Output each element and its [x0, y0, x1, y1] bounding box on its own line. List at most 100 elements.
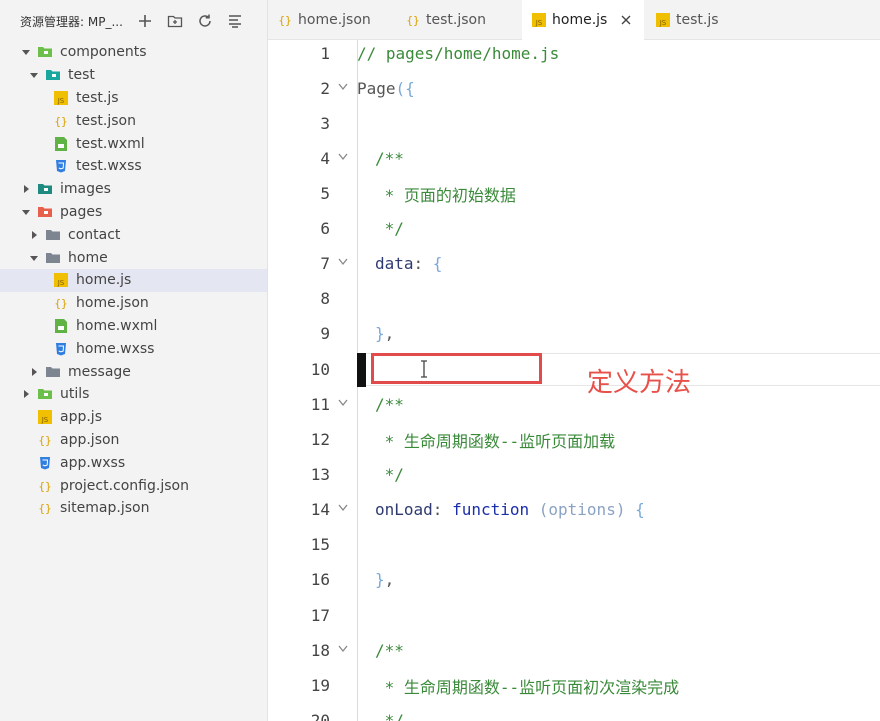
wxss-file-icon	[54, 159, 68, 173]
code-line: 5 * 页面的初始数据	[268, 176, 880, 211]
chevron-right-icon	[28, 366, 40, 378]
tree-file-home-js[interactable]: JS home.js	[0, 268, 267, 292]
code-line-current: 10	[268, 352, 880, 387]
tree-folder-test[interactable]: test	[0, 64, 267, 87]
tree-file-app-js[interactable]: JS app.js	[0, 406, 267, 429]
wxml-file-icon	[54, 318, 68, 333]
fold-chevron-icon[interactable]	[338, 76, 350, 91]
wxss-file-icon	[38, 456, 52, 470]
tree-folder-home[interactable]: home	[0, 246, 267, 269]
code-text: },	[375, 324, 394, 343]
chevron-down-icon	[20, 46, 32, 58]
chevron-right-icon	[28, 229, 40, 241]
tree-label: utils	[60, 386, 90, 403]
tree-file-test-js[interactable]: JS test.js	[0, 87, 267, 110]
line-number: 4	[320, 149, 330, 169]
tree-file-project-config-json[interactable]: {} project.config.json	[0, 474, 267, 497]
code-line: 2 Page({	[268, 71, 880, 106]
svg-text:JS: JS	[659, 19, 667, 27]
tree-file-home-wxml[interactable]: home.wxml	[0, 315, 267, 338]
code-line: 6 */	[268, 211, 880, 246]
tree-file-test-wxml[interactable]: test.wxml	[0, 132, 267, 155]
svg-text:{}: {}	[54, 297, 67, 310]
tree-file-sitemap-json[interactable]: {} sitemap.json	[0, 497, 267, 520]
tree-file-home-wxss[interactable]: home.wxss	[0, 337, 267, 360]
code-text: Page({	[357, 79, 415, 98]
line-number: 12	[310, 430, 330, 450]
tab-home-js[interactable]: JS home.js	[522, 0, 644, 40]
tree-file-app-json[interactable]: {} app.json	[0, 429, 267, 452]
tree-folder-pages[interactable]: pages	[0, 201, 267, 224]
tree-folder-contact[interactable]: contact	[0, 223, 267, 246]
tree-label: project.config.json	[60, 477, 189, 494]
fold-chevron-icon[interactable]	[338, 146, 350, 161]
tree-folder-utils[interactable]: utils	[0, 383, 267, 406]
code-text: /**	[375, 641, 404, 661]
plus-icon	[139, 15, 151, 27]
collapse-all-button[interactable]	[220, 6, 250, 36]
line-number: 1	[320, 44, 330, 64]
svg-text:{}: {}	[38, 480, 51, 493]
chevron-down-icon	[28, 252, 40, 264]
tree-label: app.wxss	[60, 454, 126, 471]
tab-label: home.json	[298, 12, 371, 28]
line-number: 10	[310, 360, 330, 380]
tree-label: test.json	[76, 112, 136, 129]
code-token: }	[375, 570, 385, 590]
tab-home-json[interactable]: {} home.json	[268, 0, 392, 40]
explorer-title: 资源管理器: MP_...	[20, 14, 123, 29]
code-token: onLoad	[375, 500, 433, 520]
code-line: 14 onLoad: function (options) {	[268, 492, 880, 527]
tree-folder-components[interactable]: components	[0, 41, 267, 64]
json-file-icon: {}	[54, 296, 68, 310]
tab-test-json[interactable]: {} test.json	[392, 0, 522, 40]
tab-close-button[interactable]	[621, 13, 631, 27]
tree-file-app-wxss[interactable]: app.wxss	[0, 451, 267, 474]
tree-label: test.js	[76, 89, 119, 106]
annotation-label: 定义方法	[587, 368, 692, 398]
code-line: 15	[268, 527, 880, 562]
fold-chevron-icon[interactable]	[338, 392, 350, 407]
js-file-icon: JS	[532, 13, 546, 27]
folder-icon	[38, 45, 52, 59]
fold-chevron-icon[interactable]	[338, 251, 350, 266]
tree-folder-images[interactable]: images	[0, 178, 267, 201]
tree-file-home-json[interactable]: {} home.json	[0, 292, 267, 315]
code-text: */	[375, 219, 404, 239]
code-text: },	[375, 570, 394, 589]
json-file-icon: {}	[406, 13, 420, 27]
refresh-button[interactable]	[190, 6, 220, 36]
fold-chevron-icon[interactable]	[338, 638, 350, 653]
code-token: }	[375, 324, 385, 344]
refresh-icon	[199, 14, 211, 27]
code-token: ,	[384, 324, 395, 344]
tree-folder-message[interactable]: message	[0, 360, 267, 383]
tree-label: home	[68, 249, 108, 266]
file-tree: components test JS test.js {} test.json …	[0, 41, 267, 520]
folder-icon	[46, 68, 60, 82]
fold-chevron-icon[interactable]	[338, 497, 350, 512]
code-editor[interactable]: 1 // pages/home/home.js 2 Page({ 3 4 /**…	[268, 40, 880, 721]
line-number: 3	[320, 114, 330, 134]
new-folder-button[interactable]	[160, 6, 190, 36]
new-file-button[interactable]	[130, 6, 160, 36]
tab-test-js[interactable]: JS test.js	[644, 0, 754, 40]
code-token: (options)	[529, 500, 636, 520]
code-text: // pages/home/home.js	[357, 44, 560, 64]
js-file-icon: JS	[38, 410, 52, 425]
tree-file-test-wxss[interactable]: test.wxss	[0, 155, 267, 178]
line-number: 17	[310, 606, 330, 626]
tree-label: home.json	[76, 295, 149, 312]
svg-text:JS: JS	[57, 279, 65, 287]
js-file-icon: JS	[656, 13, 670, 27]
code-line: 13 */	[268, 457, 880, 492]
chevron-down-icon	[20, 206, 32, 218]
code-token: Page	[357, 79, 396, 99]
code-line: 9 },	[268, 316, 880, 351]
tab-label: test.js	[676, 12, 719, 28]
tree-file-test-json[interactable]: {} test.json	[0, 109, 267, 132]
code-line: 16 },	[268, 562, 880, 597]
tree-label: home.js	[76, 272, 132, 289]
editor-tab-bar: {} home.json {} test.json JS home.js JS …	[268, 0, 880, 40]
tree-label: app.json	[60, 431, 120, 448]
